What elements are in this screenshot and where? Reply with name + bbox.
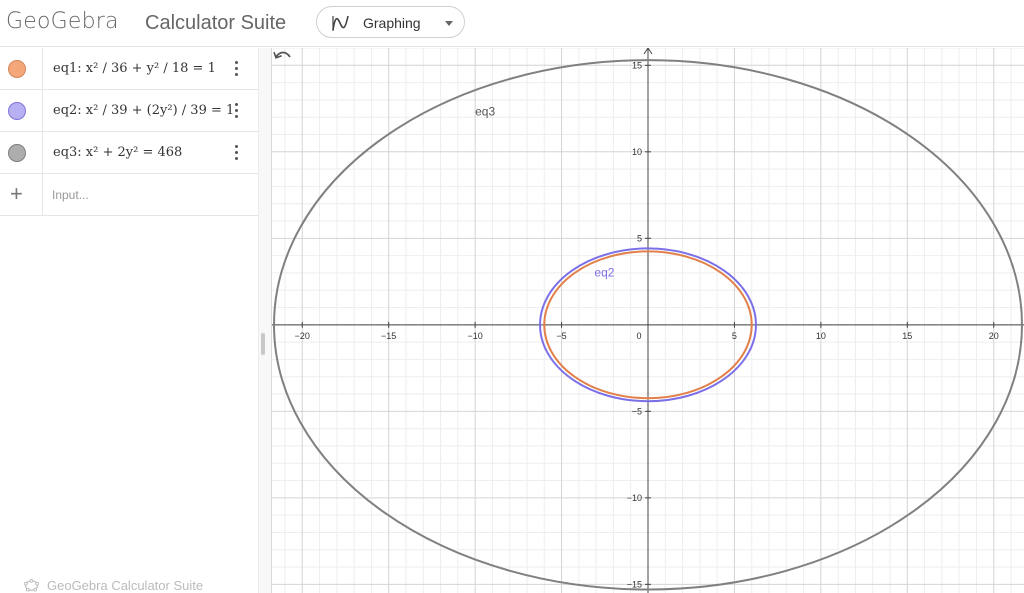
- x-tick-label: 0: [636, 331, 641, 341]
- suite-title: Calculator Suite: [145, 12, 287, 34]
- x-tick-label: 10: [816, 331, 826, 341]
- visibility-toggle-eq1[interactable]: [8, 60, 26, 78]
- algebra-input-row[interactable]: + Input...: [0, 174, 258, 216]
- marker-cell: [0, 132, 43, 174]
- x-tick-label: −15: [381, 331, 396, 341]
- y-tick-label: 5: [637, 233, 642, 243]
- undo-icon[interactable]: [272, 48, 292, 62]
- marker-cell: +: [0, 174, 43, 216]
- y-tick-label: −10: [627, 493, 642, 503]
- curve-label-eq2: eq2: [594, 265, 614, 279]
- axes: [272, 48, 1024, 593]
- x-tick-label: 15: [902, 331, 912, 341]
- geogebra-logo-icon: [24, 579, 39, 592]
- algebra-expression-eq3[interactable]: eq3: x² + 2y² = 468: [53, 145, 182, 160]
- y-tick-label: 15: [632, 60, 642, 70]
- x-tick-label: 5: [732, 331, 737, 341]
- algebra-row-eq1[interactable]: eq1: x² / 36 + y² / 18 = 1: [0, 48, 258, 90]
- algebra-view: eq1: x² / 36 + y² / 18 = 1 eq2: x² / 39 …: [0, 48, 258, 593]
- algebra-expression-eq1[interactable]: eq1: x² / 36 + y² / 18 = 1: [53, 61, 216, 76]
- y-tick-label: 10: [632, 147, 642, 157]
- x-tick-label: −20: [295, 331, 310, 341]
- x-tick-label: 20: [989, 331, 999, 341]
- marker-cell: [0, 48, 43, 90]
- x-tick-label: −5: [556, 331, 566, 341]
- visibility-toggle-eq3[interactable]: [8, 144, 26, 162]
- graphing-icon: [332, 15, 349, 31]
- algebra-row-eq3[interactable]: eq3: x² + 2y² = 468: [0, 132, 258, 174]
- algebra-row-eq2[interactable]: eq2: x² / 39 + (2y²) / 39 = 1: [0, 90, 258, 132]
- app-header: GeoGebra Calculator Suite Graphing: [0, 0, 1024, 47]
- footer-brand-text: GeoGebra Calculator Suite: [47, 578, 204, 593]
- app-switcher-button[interactable]: Graphing: [316, 6, 465, 38]
- x-tick-label: −10: [467, 331, 482, 341]
- geogebra-logo[interactable]: GeoGebra: [6, 9, 119, 34]
- app-switcher-label: Graphing: [363, 15, 421, 31]
- more-options-icon[interactable]: [230, 59, 244, 79]
- footer-brand: GeoGebra Calculator Suite: [24, 578, 203, 593]
- chevron-down-icon: [445, 21, 453, 26]
- graphics-view[interactable]: −20 −15 −10 −5 0 5 10 15 20 −15 −10 −5 5 10 15 eq2 eq3: [272, 48, 1024, 593]
- visibility-toggle-eq2[interactable]: [8, 102, 26, 120]
- more-options-icon[interactable]: [230, 101, 244, 121]
- algebra-input[interactable]: [44, 174, 258, 216]
- drag-handle[interactable]: [261, 333, 265, 355]
- y-tick-label: −15: [627, 579, 642, 589]
- panel-splitter[interactable]: [258, 48, 272, 593]
- graph-canvas[interactable]: −20 −15 −10 −5 0 5 10 15 20 −15 −10 −5 5 10 15 eq2 eq3: [272, 48, 1024, 593]
- marker-cell: [0, 90, 43, 132]
- curve-label-eq3: eq3: [475, 104, 495, 118]
- plus-icon[interactable]: +: [10, 183, 23, 205]
- y-tick-label: −5: [632, 406, 642, 416]
- more-options-icon[interactable]: [230, 143, 244, 163]
- algebra-expression-eq2[interactable]: eq2: x² / 39 + (2y²) / 39 = 1: [53, 103, 234, 118]
